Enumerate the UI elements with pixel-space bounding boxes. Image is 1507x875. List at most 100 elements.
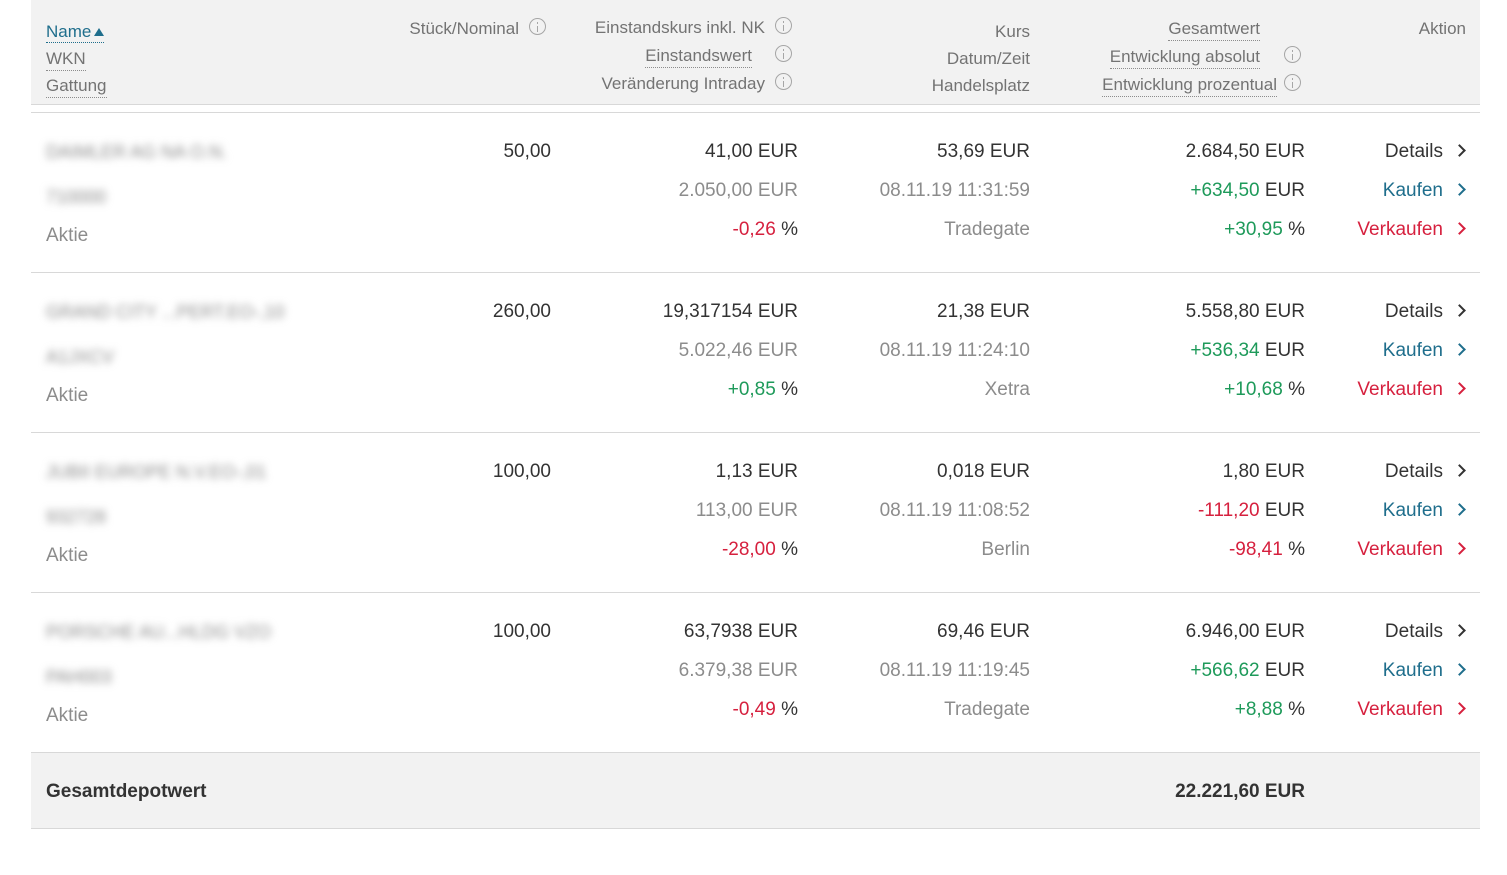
- security-name[interactable]: DAIMLER AG NA O.N.: [46, 141, 227, 163]
- details-link[interactable]: Details: [1385, 461, 1466, 483]
- entwicklung-absolut-value: +566,62 EUR: [1190, 660, 1305, 681]
- info-icon[interactable]: [775, 45, 792, 62]
- einstandskurs-value: 41,00 EUR: [705, 141, 798, 162]
- info-icon[interactable]: [775, 73, 792, 90]
- sort-by-entwicklung-absolut-header[interactable]: Entwicklung absolut: [1109, 47, 1260, 69]
- einstandskurs-value: 1,13 EUR: [715, 461, 798, 482]
- depot-table: Name WKN Gattung Stück/Nominal Einstands…: [31, 0, 1480, 829]
- entwicklung-absolut-value: -111,20 EUR: [1197, 500, 1305, 521]
- stueck-value: 100,00: [492, 461, 551, 482]
- entwicklung-prozentual-value: +30,95 %: [1224, 219, 1305, 240]
- header-veraenderung-intraday: Veränderung Intraday: [601, 74, 765, 93]
- kurs-timestamp: 08.11.19 11:31:59: [879, 180, 1030, 201]
- intraday-change-value: -0,26 %: [732, 219, 799, 240]
- entwicklung-prozentual-value: -98,41 %: [1228, 539, 1305, 560]
- table-row: JUBII EUROPE N.V.EO-,01 932728 Aktie 100…: [31, 433, 1480, 593]
- chevron-right-icon: [1453, 663, 1466, 676]
- einstandswert-value: 113,00 EUR: [695, 500, 798, 521]
- sort-by-einstandswert-header[interactable]: Einstandswert: [645, 46, 752, 68]
- header-handelsplatz: Handelsplatz: [931, 76, 1030, 95]
- chevron-right-icon: [1453, 624, 1466, 637]
- buy-link[interactable]: Kaufen: [1383, 340, 1466, 362]
- chevron-right-icon: [1453, 542, 1466, 555]
- header-einstandskurs: Einstandskurs inkl. NK: [594, 18, 765, 37]
- info-icon[interactable]: [529, 18, 546, 35]
- sell-link[interactable]: Verkaufen: [1357, 379, 1466, 401]
- einstandskurs-value: 19,317154 EUR: [662, 301, 798, 322]
- sort-by-wkn-header[interactable]: WKN: [46, 49, 86, 71]
- kurs-timestamp: 08.11.19 11:19:45: [879, 660, 1030, 681]
- stueck-value: 100,00: [492, 621, 551, 642]
- security-wkn: A1JXCV: [46, 347, 115, 367]
- entwicklung-absolut-value: +536,34 EUR: [1190, 340, 1305, 361]
- kurs-value: 21,38 EUR: [937, 301, 1030, 322]
- chevron-right-icon: [1453, 464, 1466, 477]
- einstandswert-value: 5.022,46 EUR: [678, 340, 798, 361]
- einstandswert-value: 6.379,38 EUR: [678, 660, 798, 681]
- chevron-right-icon: [1453, 343, 1466, 356]
- chevron-right-icon: [1453, 144, 1466, 157]
- intraday-change-value: -0,49 %: [732, 699, 799, 720]
- stueck-value: 260,00: [492, 301, 551, 322]
- security-name[interactable]: GRAND CITY ...PERT.EO-,10: [46, 301, 284, 323]
- gesamtwert-value: 2.684,50 EUR: [1185, 141, 1305, 162]
- sell-link[interactable]: Verkaufen: [1357, 219, 1466, 241]
- sort-by-entwicklung-prozentual-header[interactable]: Entwicklung prozentual: [1102, 75, 1277, 97]
- table-row: DAIMLER AG NA O.N. 710000 Aktie 50,00 41…: [31, 113, 1480, 273]
- gesamtwert-value: 5.558,80 EUR: [1185, 301, 1305, 322]
- details-link[interactable]: Details: [1385, 621, 1466, 643]
- einstandswert-value: 2.050,00 EUR: [678, 180, 798, 201]
- buy-link[interactable]: Kaufen: [1383, 180, 1466, 202]
- handelsplatz-value: Tradegate: [944, 699, 1030, 720]
- security-name[interactable]: PORSCHE AU...HLDG VZO: [46, 621, 271, 643]
- buy-link[interactable]: Kaufen: [1383, 660, 1466, 682]
- buy-link[interactable]: Kaufen: [1383, 500, 1466, 522]
- kurs-value: 53,69 EUR: [937, 141, 1030, 162]
- security-wkn: 932728: [46, 507, 107, 527]
- table-header: Name WKN Gattung Stück/Nominal Einstands…: [31, 0, 1480, 105]
- handelsplatz-value: Berlin: [981, 539, 1030, 560]
- security-gattung: Aktie: [46, 225, 89, 246]
- chevron-right-icon: [1453, 222, 1466, 235]
- header-aktion: Aktion: [1418, 19, 1466, 38]
- info-icon[interactable]: [775, 17, 792, 34]
- details-link[interactable]: Details: [1385, 141, 1466, 163]
- info-icon[interactable]: [1284, 46, 1301, 63]
- security-gattung: Aktie: [46, 705, 89, 726]
- kurs-value: 69,46 EUR: [937, 621, 1030, 642]
- info-icon[interactable]: [1284, 74, 1301, 91]
- security-name[interactable]: JUBII EUROPE N.V.EO-,01: [46, 461, 266, 483]
- chevron-right-icon: [1453, 503, 1466, 516]
- header-spacer: [31, 105, 1480, 113]
- security-gattung: Aktie: [46, 545, 89, 566]
- kurs-value: 0,018 EUR: [937, 461, 1030, 482]
- sort-by-gesamtwert-header[interactable]: Gesamtwert: [1168, 19, 1260, 41]
- table-footer: Gesamtdepotwert 22.221,60 EUR: [31, 753, 1480, 829]
- gesamtwert-value: 6.946,00 EUR: [1185, 621, 1305, 642]
- entwicklung-absolut-value: +634,50 EUR: [1190, 180, 1305, 201]
- gesamtwert-value: 1,80 EUR: [1222, 461, 1305, 482]
- header-name-label[interactable]: Name: [46, 22, 91, 41]
- stueck-value: 50,00: [503, 141, 551, 162]
- chevron-right-icon: [1453, 702, 1466, 715]
- handelsplatz-value: Xetra: [984, 379, 1030, 400]
- handelsplatz-value: Tradegate: [944, 219, 1030, 240]
- chevron-right-icon: [1453, 382, 1466, 395]
- security-wkn: PAH003: [46, 667, 112, 687]
- security-gattung: Aktie: [46, 385, 89, 406]
- table-row: PORSCHE AU...HLDG VZO PAH003 Aktie 100,0…: [31, 593, 1480, 753]
- sort-ascending-icon: [94, 28, 105, 36]
- total-label: Gesamtdepotwert: [46, 781, 207, 802]
- sort-by-gattung-header[interactable]: Gattung: [46, 76, 107, 98]
- sell-link[interactable]: Verkaufen: [1357, 699, 1466, 721]
- header-datum-zeit: Datum/Zeit: [946, 49, 1030, 68]
- details-link[interactable]: Details: [1385, 301, 1466, 323]
- entwicklung-prozentual-value: +8,88 %: [1234, 699, 1305, 720]
- intraday-change-value: +0,85 %: [727, 379, 798, 400]
- intraday-change-value: -28,00 %: [721, 539, 798, 560]
- sell-link[interactable]: Verkaufen: [1357, 539, 1466, 561]
- chevron-right-icon: [1453, 304, 1466, 317]
- sort-by-name-header[interactable]: Name: [46, 22, 105, 43]
- security-wkn: 710000: [46, 187, 107, 207]
- header-kurs: Kurs: [995, 22, 1030, 41]
